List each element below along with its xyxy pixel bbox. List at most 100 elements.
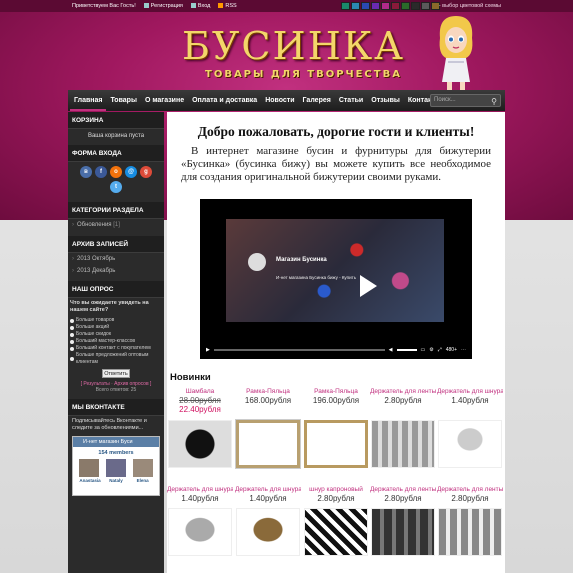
poll-option[interactable]: Больше товаров [68, 317, 164, 324]
poll-option[interactable]: Больше предложений оптовым клиентам [68, 352, 164, 366]
key-icon [190, 3, 196, 9]
odnoklassniki-icon[interactable]: o [110, 166, 122, 178]
product-name[interactable]: Держатель для шнура [437, 388, 503, 396]
product-card[interactable]: Держатель для шнура 1.40рубля [167, 486, 233, 503]
poll-option[interactable]: Больший мастер-классов [68, 338, 164, 345]
archive-label: 2013 Октябрь [77, 256, 116, 262]
color-swatch[interactable] [411, 2, 420, 10]
product-name[interactable]: Держатель для шнура [235, 486, 301, 494]
video-thumbnail[interactable]: Магазин Бусинка И-нет магазина Бусинка б… [226, 219, 444, 322]
color-swatch[interactable] [421, 2, 430, 10]
vk-icon[interactable]: в [80, 166, 92, 178]
product-old-price: 28.00рубля [179, 396, 221, 405]
vote-button[interactable]: Ответить [102, 369, 130, 378]
product-card[interactable]: Держатель для ленты 2.80рубля [370, 388, 436, 405]
twitter-icon[interactable]: t [110, 181, 122, 193]
radio-icon[interactable] [70, 325, 74, 330]
color-swatch[interactable] [351, 2, 360, 10]
product-name[interactable]: Шамбала [167, 388, 233, 396]
play-small-icon[interactable]: ▶ [206, 347, 210, 353]
product-image[interactable] [438, 420, 502, 468]
product-card[interactable]: Рамка-Пяльца 196.00рубля [303, 388, 369, 405]
login-link[interactable]: Вход [190, 3, 210, 9]
search-icon[interactable]: ⚲ [491, 96, 497, 107]
quality-label[interactable]: 480+ [446, 347, 457, 353]
product-card[interactable]: Шамбала 28.00рубля 22.40рубля [167, 388, 233, 414]
product-card[interactable]: Держатель для шнура 1.40рубля [235, 486, 301, 503]
nav-item[interactable]: Отзывы [367, 90, 404, 111]
search-input[interactable]: Поиск... ⚲ [430, 94, 501, 107]
product-card[interactable]: шнур капроновый 2.80рубля [303, 486, 369, 503]
nav-item[interactable]: Главная [70, 90, 107, 111]
vk-member-name: Elena [136, 478, 149, 483]
nav-item[interactable]: О магазине [141, 90, 188, 111]
settings-icon[interactable]: ⚙ [429, 347, 433, 353]
volume-icon[interactable]: ◀ [389, 347, 393, 353]
product-name[interactable]: Держатель для шнура [167, 486, 233, 494]
cart-empty-text: Ваша корзина пуста [87, 133, 145, 139]
vk-member[interactable]: Nataly [105, 459, 126, 483]
mailru-icon[interactable]: @ [125, 166, 137, 178]
vk-member[interactable]: Anastasia [79, 459, 101, 483]
share-icon[interactable]: ⋯ [461, 347, 466, 353]
color-swatch[interactable] [401, 2, 410, 10]
product-name[interactable]: шнур капроновый [303, 486, 369, 494]
product-image[interactable] [438, 508, 502, 556]
radio-icon[interactable] [70, 357, 74, 361]
product-image[interactable] [236, 508, 300, 556]
product-image[interactable] [168, 420, 232, 468]
progress-bar[interactable] [213, 349, 385, 351]
volume-slider[interactable] [396, 349, 417, 351]
google-icon[interactable]: g [140, 166, 152, 178]
site-logo[interactable]: БУСИНКА [182, 24, 405, 68]
poll-option[interactable]: Больше скидок [68, 331, 164, 338]
product-image[interactable] [304, 508, 368, 556]
nav-item[interactable]: Новости [261, 90, 298, 111]
radio-icon[interactable] [70, 339, 74, 344]
archive-link-december[interactable]: › 2013 Декабрь [68, 265, 164, 277]
nav-item[interactable]: Статьи [335, 90, 367, 111]
product-name[interactable]: Рамка-Пяльца [303, 388, 369, 396]
color-swatch[interactable] [361, 2, 370, 10]
color-swatch[interactable] [371, 2, 380, 10]
product-image[interactable] [235, 419, 301, 469]
poll-option[interactable]: Больше акций [68, 324, 164, 331]
register-link[interactable]: Регистрация [143, 3, 183, 9]
product-image[interactable] [371, 420, 435, 468]
color-swatch[interactable] [341, 2, 350, 10]
product-name[interactable]: Держатель для ленты [437, 486, 503, 494]
color-swatch[interactable] [381, 2, 390, 10]
radio-icon[interactable] [70, 318, 74, 323]
facebook-icon[interactable]: f [95, 166, 107, 178]
poll-option[interactable]: Больший контакт с покупателем [68, 345, 164, 352]
product-card[interactable]: Рамка-Пяльца 168.00рубля [235, 388, 301, 405]
vk-member[interactable]: Elena [132, 459, 153, 483]
nav-item[interactable]: Товары [106, 90, 140, 111]
vk-member-name: Anastasia [79, 478, 101, 483]
captions-icon[interactable]: ▭ [421, 347, 426, 353]
vk-widget[interactable]: И-нет магазин Буси 154 members Anastasia… [72, 436, 160, 496]
nav-item[interactable]: Оплата и доставка [188, 90, 261, 111]
product-name[interactable]: Держатель для ленты [370, 486, 436, 494]
product-card[interactable]: Держатель для ленты 2.80рубля [370, 486, 436, 503]
product-name[interactable]: Держатель для ленты [370, 388, 436, 396]
poll-heading: НАШ ОПРОС [68, 281, 164, 298]
vk-group-name[interactable]: И-нет магазин Буси [73, 437, 159, 447]
radio-icon[interactable] [70, 346, 74, 351]
nav-item[interactable]: Галерея [299, 90, 335, 111]
search-placeholder: Поиск... [434, 97, 456, 103]
fullscreen-icon[interactable]: ⤢ [438, 347, 442, 353]
product-image[interactable] [304, 420, 368, 468]
product-image[interactable] [168, 508, 232, 556]
category-link-updates[interactable]: › Обновления [1] [68, 219, 164, 231]
product-image[interactable] [371, 508, 435, 556]
product-name[interactable]: Рамка-Пяльца [235, 388, 301, 396]
product-card[interactable]: Держатель для шнура 1.40рубля [437, 388, 503, 405]
rss-link[interactable]: RSS [218, 3, 237, 9]
video-player[interactable]: Магазин Бусинка И-нет магазина Бусинка б… [200, 199, 472, 359]
color-swatch[interactable] [391, 2, 400, 10]
radio-icon[interactable] [70, 332, 74, 337]
archive-link-october[interactable]: › 2013 Октябрь [68, 253, 164, 265]
play-icon[interactable] [360, 275, 377, 297]
product-card[interactable]: Держатель для ленты 2.80рубля [437, 486, 503, 503]
